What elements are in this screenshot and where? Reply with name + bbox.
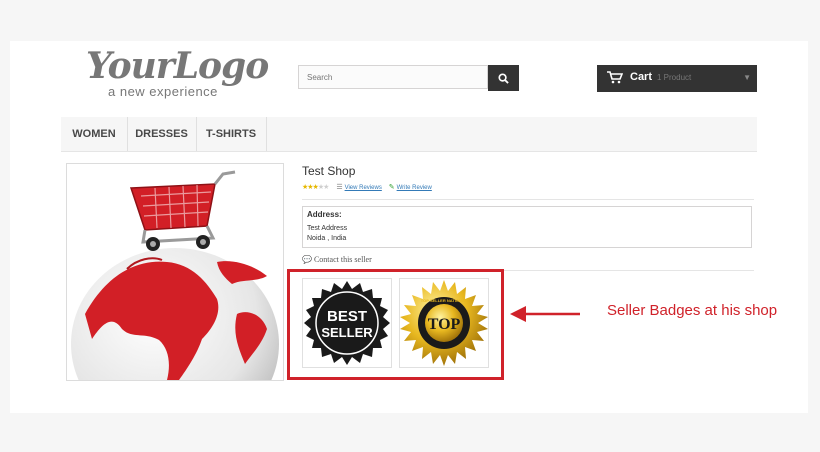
best-seller-badge[interactable]: BEST SELLER xyxy=(302,278,392,368)
divider xyxy=(302,199,754,200)
chevron-down-icon[interactable]: ▼ xyxy=(743,73,751,82)
top-seller-badge-icon: TOP TOP SELLER NATIONAL xyxy=(400,280,488,366)
annotation-callout: Seller Badges at his shop xyxy=(607,302,778,319)
menu-item-dresses[interactable]: DRESSES xyxy=(127,117,197,151)
search-bar xyxy=(298,65,519,91)
page-container: YourLogo a new experience Cart 1 Product… xyxy=(10,41,808,413)
shop-image xyxy=(66,163,284,381)
contact-seller[interactable]: 💬 Contact this seller xyxy=(302,255,372,264)
top-seller-text: TOP xyxy=(428,316,461,333)
main-menu: WOMEN DRESSES T-SHIRTS xyxy=(61,117,757,152)
address-line-2: Noida , India xyxy=(307,235,347,242)
best-seller-badge-icon: BEST SELLER xyxy=(304,281,390,365)
logo-brand: YourLogo xyxy=(86,45,269,87)
pencil-icon: ✎ xyxy=(388,184,395,191)
search-input[interactable] xyxy=(298,65,488,89)
rating-row: ★★★★★ ☰ View Reviews ✎ Write Review xyxy=(302,183,432,191)
menu-item-tshirts[interactable]: T-SHIRTS xyxy=(196,117,267,151)
top-seller-badge[interactable]: TOP TOP SELLER NATIONAL xyxy=(399,278,489,368)
cart-button[interactable]: Cart 1 Product ▼ xyxy=(597,65,757,92)
cart-count: 1 Product xyxy=(657,73,692,82)
search-button[interactable] xyxy=(488,65,519,91)
write-review-link[interactable]: Write Review xyxy=(397,185,432,191)
top-seller-ring-text: TOP SELLER NATIONAL xyxy=(421,298,468,303)
star-rating: ★★★★★ xyxy=(302,184,329,191)
annotation-arrow-icon xyxy=(510,306,580,322)
contact-seller-label: Contact this seller xyxy=(313,255,372,264)
site-logo[interactable]: YourLogo a new experience xyxy=(74,45,269,105)
best-seller-line2: SELLER xyxy=(321,325,373,340)
reviews-icon: ☰ xyxy=(336,184,343,191)
address-label: Address: xyxy=(307,210,342,219)
view-reviews-link[interactable]: View Reviews xyxy=(345,185,382,191)
logo-tagline: a new experience xyxy=(108,84,218,99)
globe-cart-illustration xyxy=(71,170,279,380)
address-line-1: Test Address xyxy=(307,225,348,232)
cart-label: Cart xyxy=(630,71,653,83)
best-seller-line1: BEST xyxy=(327,308,367,325)
address-box: Address: Test Address Noida , India xyxy=(302,206,752,248)
shop-title: Test Shop xyxy=(302,164,356,178)
shopping-cart-icon xyxy=(607,71,623,84)
menu-item-women[interactable]: WOMEN xyxy=(61,117,128,151)
chat-bubble-icon: 💬 xyxy=(302,255,312,264)
search-icon xyxy=(498,72,509,84)
